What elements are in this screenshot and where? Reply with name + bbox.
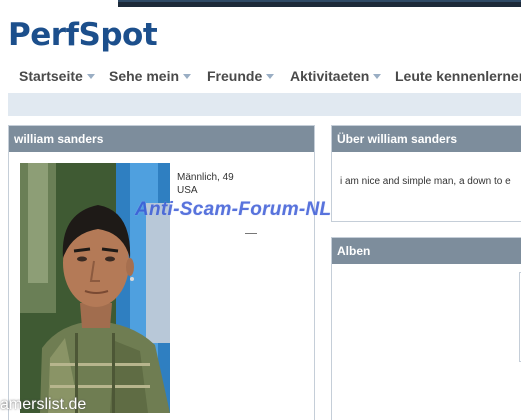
albums-panel: Alben — [331, 237, 521, 420]
main-nav: Startseite Sehe mein Freunde Aktivitaete… — [0, 64, 521, 90]
nav-item-aktivitaeten[interactable]: Aktivitaeten — [290, 68, 382, 84]
watermark-text-bottom: amerslist.de — [0, 396, 87, 413]
profile-country: USA — [177, 185, 198, 196]
chevron-down-icon — [183, 73, 192, 79]
about-panel: Über william sanders i am nice and simpl… — [331, 125, 521, 222]
top-banner-strip — [118, 0, 521, 7]
chevron-down-icon — [373, 73, 382, 79]
nav-item-label: Freunde — [207, 68, 263, 84]
nav-item-label: Aktivitaeten — [290, 68, 370, 84]
nav-item-label: Sehe mein — [109, 68, 180, 84]
site-logo[interactable]: PerfSpot — [8, 17, 158, 53]
chevron-down-icon — [266, 73, 275, 79]
chevron-down-icon — [86, 73, 95, 79]
nav-item-label: Startseite — [19, 68, 83, 84]
nav-item-startseite[interactable]: Startseite — [19, 68, 95, 84]
profile-gender-age: Männlich, 49 — [177, 172, 234, 183]
albums-panel-title: Alben — [332, 238, 521, 264]
sub-nav-bar — [8, 93, 521, 116]
nav-item-label: Leute kennenlernen — [395, 68, 521, 84]
nav-item-sehe-mein[interactable]: Sehe mein — [109, 68, 192, 84]
nav-item-freunde[interactable]: Freunde — [207, 68, 275, 84]
top-banner-line — [118, 0, 521, 2]
about-text: i am nice and simple man, a down to e — [340, 176, 511, 187]
divider — [245, 233, 257, 234]
profile-panel: william sanders Männlich, 49 USA — [8, 125, 315, 420]
watermark-text: Anti-Scam-Forum-NL — [135, 199, 332, 220]
nav-item-leute-kennenlernen[interactable]: Leute kennenlernen — [395, 68, 521, 84]
about-panel-title: Über william sanders — [332, 126, 521, 152]
profile-panel-title: william sanders — [9, 126, 314, 152]
